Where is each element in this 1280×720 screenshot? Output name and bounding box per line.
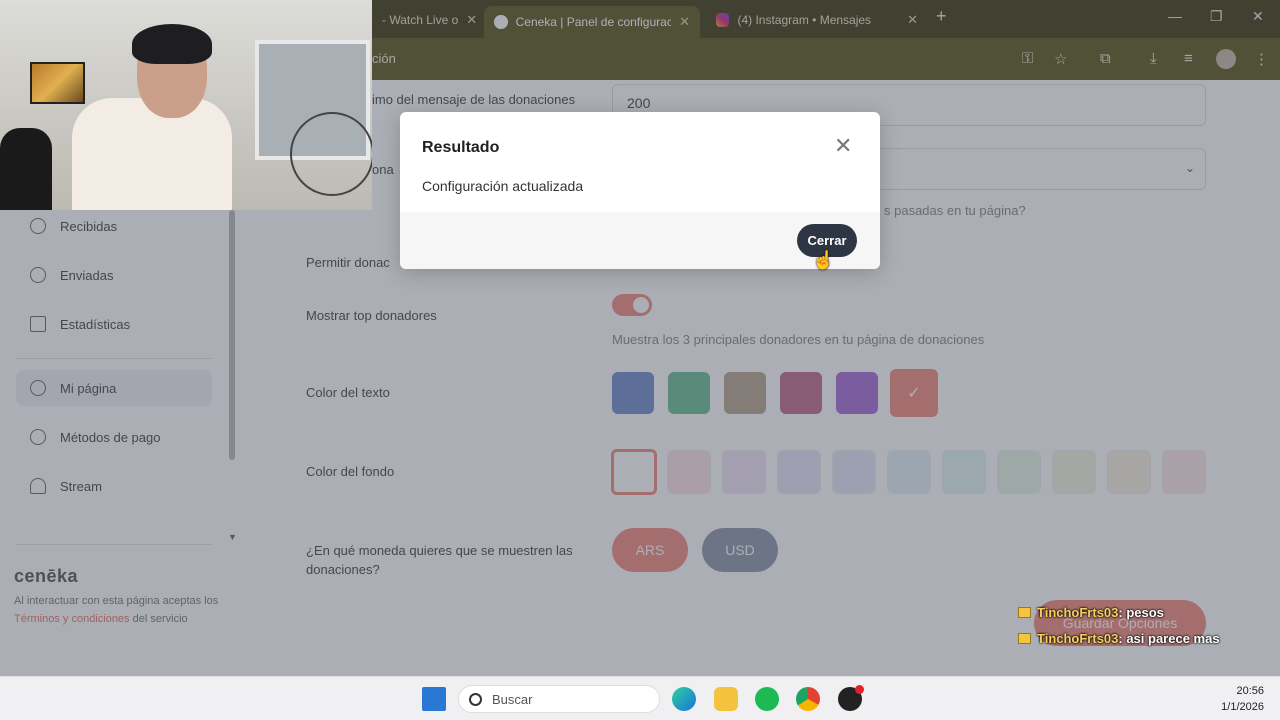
search-placeholder: Buscar xyxy=(492,691,533,707)
windows-start-icon[interactable] xyxy=(422,687,446,711)
modal-message: Configuración actualizada xyxy=(422,178,584,194)
chat-username: TinchoFrts03 xyxy=(1037,605,1119,620)
close-icon[interactable]: ✕ xyxy=(834,135,852,157)
chrome-icon[interactable] xyxy=(796,687,820,711)
chat-text: : asi parece mas xyxy=(1118,631,1220,646)
search-icon xyxy=(469,692,482,706)
taskbar-search[interactable]: Buscar xyxy=(458,685,660,713)
modal-title: Resultado xyxy=(422,139,500,156)
clock-time: 20:56 xyxy=(1236,685,1264,697)
crown-badge-icon xyxy=(1018,607,1031,618)
windows-taskbar: Buscar 20:56 1/1/2026 xyxy=(0,676,1280,720)
edge-icon[interactable] xyxy=(672,687,696,711)
notification-badge xyxy=(855,685,864,694)
chat-username: TinchoFrts03 xyxy=(1037,631,1119,646)
file-explorer-icon[interactable] xyxy=(714,687,738,711)
chat-text: : pesos xyxy=(1118,605,1164,620)
chat-message: TinchoFrts03 : asi parece mas xyxy=(1018,631,1220,646)
webcam-feed xyxy=(0,0,372,210)
result-modal: Resultado ✕ Configuración actualizada Ce… xyxy=(400,112,880,269)
webcam-person-background xyxy=(0,128,52,210)
webcam-fan xyxy=(290,112,372,196)
clock-date: 1/1/2026 xyxy=(1221,701,1264,713)
webcam-person xyxy=(72,24,232,210)
taskbar-clock[interactable]: 20:56 1/1/2026 xyxy=(1200,683,1264,715)
hand-cursor-icon: ☝ xyxy=(812,250,835,270)
crown-badge-icon xyxy=(1018,633,1031,644)
chat-message: TinchoFrts03 : pesos xyxy=(1018,605,1164,620)
modal-footer: Cerrar xyxy=(400,212,880,269)
spotify-icon[interactable] xyxy=(755,687,779,711)
